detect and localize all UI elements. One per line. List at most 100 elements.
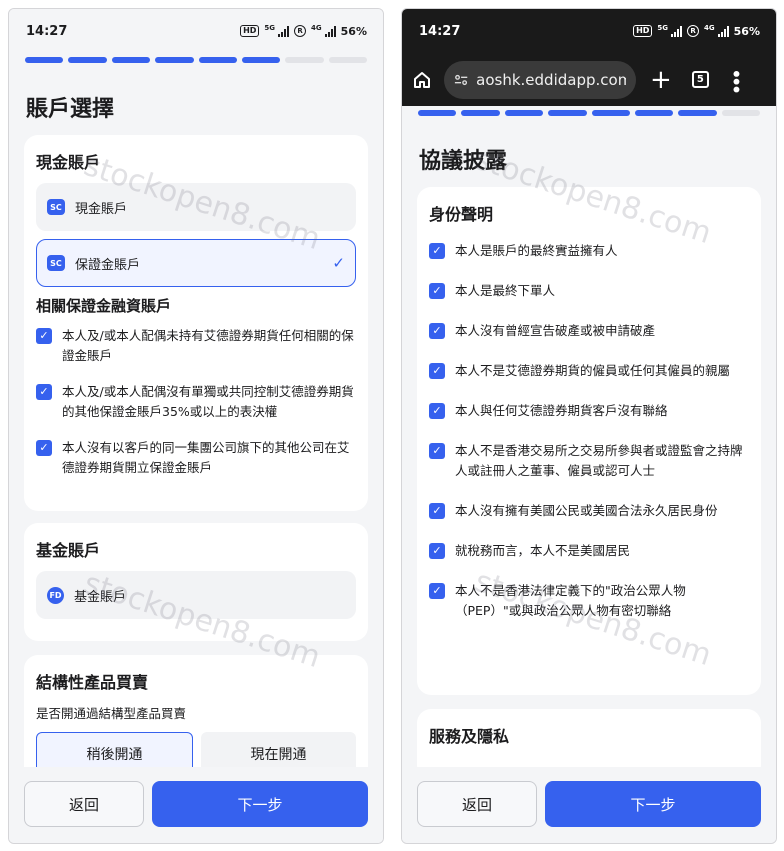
checkbox-label: 就稅務而言，本人不是美國居民 — [455, 543, 631, 558]
progress-segment — [111, 57, 151, 63]
checkbox-checked-icon[interactable]: ✓ — [429, 403, 445, 419]
status-bar: 14:27 HD 5G R 4G 56% — [402, 9, 776, 53]
fund-account-card: 基金賬戶 FD 基金賬戶 — [24, 523, 368, 641]
identity-declaration-card: 身份聲明 ✓ 本人是賬戶的最終實益擁有人 ✓ 本人是最終下單人 ✓ 本人沒有曾經宣告破產或… — [417, 187, 761, 695]
option-margin-account[interactable]: SC 保證金賬戶 ✓ — [36, 239, 356, 287]
checkbox-label: 本人及/或本人配偶沒有單獨或共同控制艾德證券期貨的其他保證金賬戶35%或以上的表… — [62, 384, 354, 419]
page-title: 協議披露 — [419, 149, 508, 174]
option-label: 保證金賬戶 — [75, 257, 141, 273]
section-title: 相關保證金融資賬戶 — [36, 297, 172, 315]
option-cash-account[interactable]: SC 現金賬戶 — [36, 183, 356, 231]
next-button[interactable]: 下一步 — [152, 781, 368, 827]
checkbox-checked-icon[interactable]: ✓ — [36, 384, 52, 400]
sc-icon: SC — [47, 199, 65, 215]
more-menu-icon[interactable]: ••• — [724, 68, 748, 91]
checkbox-checked-icon[interactable]: ✓ — [429, 363, 445, 379]
checkbox-label: 本人與任何艾德證券期貨客戶沒有聯絡 — [455, 403, 668, 418]
checkbox-row[interactable]: ✓ 本人沒有擁有美國公民或美國合法永久居民身份 — [429, 501, 749, 521]
tab-switcher-button[interactable]: 5 — [691, 71, 709, 88]
progress-segment — [721, 110, 760, 116]
right-phone-screen: 14:27 HD 5G R 4G 56% aoshk.eddidapp.com/… — [401, 8, 777, 844]
checkbox-row[interactable]: ✓ 本人不是香港交易所之交易所參與者或證監會之持牌人或註冊人之董事、僱員或認可人士 — [429, 441, 749, 481]
identity-checkbox-list: ✓ 本人是賬戶的最終實益擁有人 ✓ 本人是最終下單人 ✓ 本人沒有曾經宣告破產或被申請破產… — [429, 241, 749, 621]
progress-segment — [504, 110, 544, 116]
checkbox-checked-icon[interactable]: ✓ — [429, 243, 445, 259]
progress-segment — [678, 110, 717, 116]
4g-label: 4G — [704, 23, 715, 32]
progress-segment — [285, 57, 324, 63]
back-button[interactable]: 返回 — [417, 781, 537, 827]
checkbox-checked-icon[interactable]: ✓ — [429, 503, 445, 519]
progress-bar — [418, 110, 760, 116]
card-title: 結構性產品買賣 — [36, 673, 149, 692]
checkbox-label: 本人沒有曾經宣告破產或被申請破產 — [455, 323, 656, 338]
progress-segment — [418, 110, 457, 116]
checkbox-row[interactable]: ✓ 本人不是香港法律定義下的"政治公眾人物（PEP）"或與政治公眾人物有密切聯絡 — [429, 581, 749, 621]
checkbox-label: 本人不是香港法律定義下的"政治公眾人物（PEP）"或與政治公眾人物有密切聯絡 — [455, 583, 686, 618]
checkbox-checked-icon[interactable]: ✓ — [429, 543, 445, 559]
checkbox-label: 本人不是香港交易所之交易所參與者或證監會之持牌人或註冊人之董事、僱員或認可人士 — [455, 443, 743, 478]
sc-icon: SC — [47, 255, 65, 271]
option-fund-account[interactable]: FD 基金賬戶 — [36, 571, 356, 619]
battery-icon: 56% — [733, 24, 760, 38]
url-text: aoshk.eddidapp.com/c — [476, 70, 626, 89]
card-title: 服務及隱私 — [429, 727, 510, 746]
progress-segment — [328, 57, 367, 63]
new-tab-icon[interactable]: + — [650, 67, 672, 93]
signal-icon — [717, 25, 729, 37]
battery-icon: 56% — [340, 24, 367, 38]
progress-segment — [634, 110, 674, 116]
progress-segment — [241, 57, 281, 63]
checkbox-row[interactable]: ✓ 本人沒有曾經宣告破產或被申請破產 — [429, 321, 749, 341]
card-title: 基金賬戶 — [36, 541, 101, 560]
checkbox-label: 本人不是艾德證券期貨的僱員或任何其僱員的親屬 — [455, 363, 731, 378]
fd-icon: FD — [47, 586, 64, 604]
4g-label: 4G — [311, 23, 322, 32]
option-label: 基金賬戶 — [74, 589, 127, 605]
footer-bar: 返回 下一步 — [402, 767, 776, 843]
checkmark-icon: ✓ — [332, 254, 345, 272]
home-icon[interactable] — [412, 70, 432, 90]
checkbox-row[interactable]: ✓ 就稅務而言，本人不是美國居民 — [429, 541, 749, 561]
site-settings-icon[interactable] — [454, 73, 468, 87]
checkbox-row[interactable]: ✓ 本人沒有以客戶的同一集團公司旗下的其他公司在艾德證券期貨開立保證金賬戶 — [36, 438, 356, 478]
url-bar[interactable]: aoshk.eddidapp.com/c — [444, 60, 636, 99]
r-icon: R — [294, 25, 307, 37]
checkbox-checked-icon[interactable]: ✓ — [429, 583, 445, 599]
checkbox-label: 本人是最終下單人 — [455, 283, 556, 298]
question-label: 是否開通過結構型產品買賣 — [36, 706, 187, 721]
cash-account-card: 現金賬戶 SC 現金賬戶 SC 保證金賬戶 ✓ 相關保證金融資賬戶 ✓ 本人及/… — [24, 135, 368, 511]
footer-bar: 返回 下一步 — [9, 767, 383, 843]
progress-segment — [461, 110, 500, 116]
signal-icon — [278, 25, 290, 37]
signal-icon — [671, 25, 683, 37]
page-title: 賬戶選擇 — [26, 97, 115, 122]
hd-icon: HD — [240, 25, 260, 37]
r-icon: R — [687, 25, 700, 37]
browser-toolbar: aoshk.eddidapp.com/c + 5 ••• — [402, 53, 776, 106]
card-title: 現金賬戶 — [36, 153, 101, 172]
checkbox-row[interactable]: ✓ 本人與任何艾德證券期貨客戶沒有聯絡 — [429, 401, 749, 421]
checkbox-row[interactable]: ✓ 本人不是艾德證券期貨的僱員或任何其僱員的親屬 — [429, 361, 749, 381]
checkbox-checked-icon[interactable]: ✓ — [36, 440, 52, 456]
checkbox-checked-icon[interactable]: ✓ — [429, 283, 445, 299]
next-button[interactable]: 下一步 — [545, 781, 761, 827]
checkbox-label: 本人沒有擁有美國公民或美國合法永久居民身份 — [455, 503, 718, 518]
status-time: 14:27 — [419, 23, 461, 39]
status-time: 14:27 — [26, 23, 68, 39]
checkbox-row[interactable]: ✓ 本人是賬戶的最終實益擁有人 — [429, 241, 749, 261]
checkbox-row[interactable]: ✓ 本人是最終下單人 — [429, 281, 749, 301]
5g-label: 5G — [264, 23, 276, 32]
checkbox-checked-icon[interactable]: ✓ — [429, 443, 445, 459]
signal-icon — [324, 25, 336, 37]
progress-bar — [25, 57, 367, 63]
progress-segment — [198, 57, 237, 63]
checkbox-checked-icon[interactable]: ✓ — [429, 323, 445, 339]
progress-segment — [591, 110, 630, 116]
progress-segment — [25, 57, 64, 63]
checkbox-row[interactable]: ✓ 本人及/或本人配偶未持有艾德證券期貨任何相關的保證金賬戶 — [36, 326, 356, 366]
checkbox-row[interactable]: ✓ 本人及/或本人配偶沒有單獨或共同控制艾德證券期貨的其他保證金賬戶35%或以上… — [36, 382, 356, 422]
progress-segment — [548, 110, 587, 116]
back-button[interactable]: 返回 — [24, 781, 144, 827]
checkbox-checked-icon[interactable]: ✓ — [36, 328, 52, 344]
